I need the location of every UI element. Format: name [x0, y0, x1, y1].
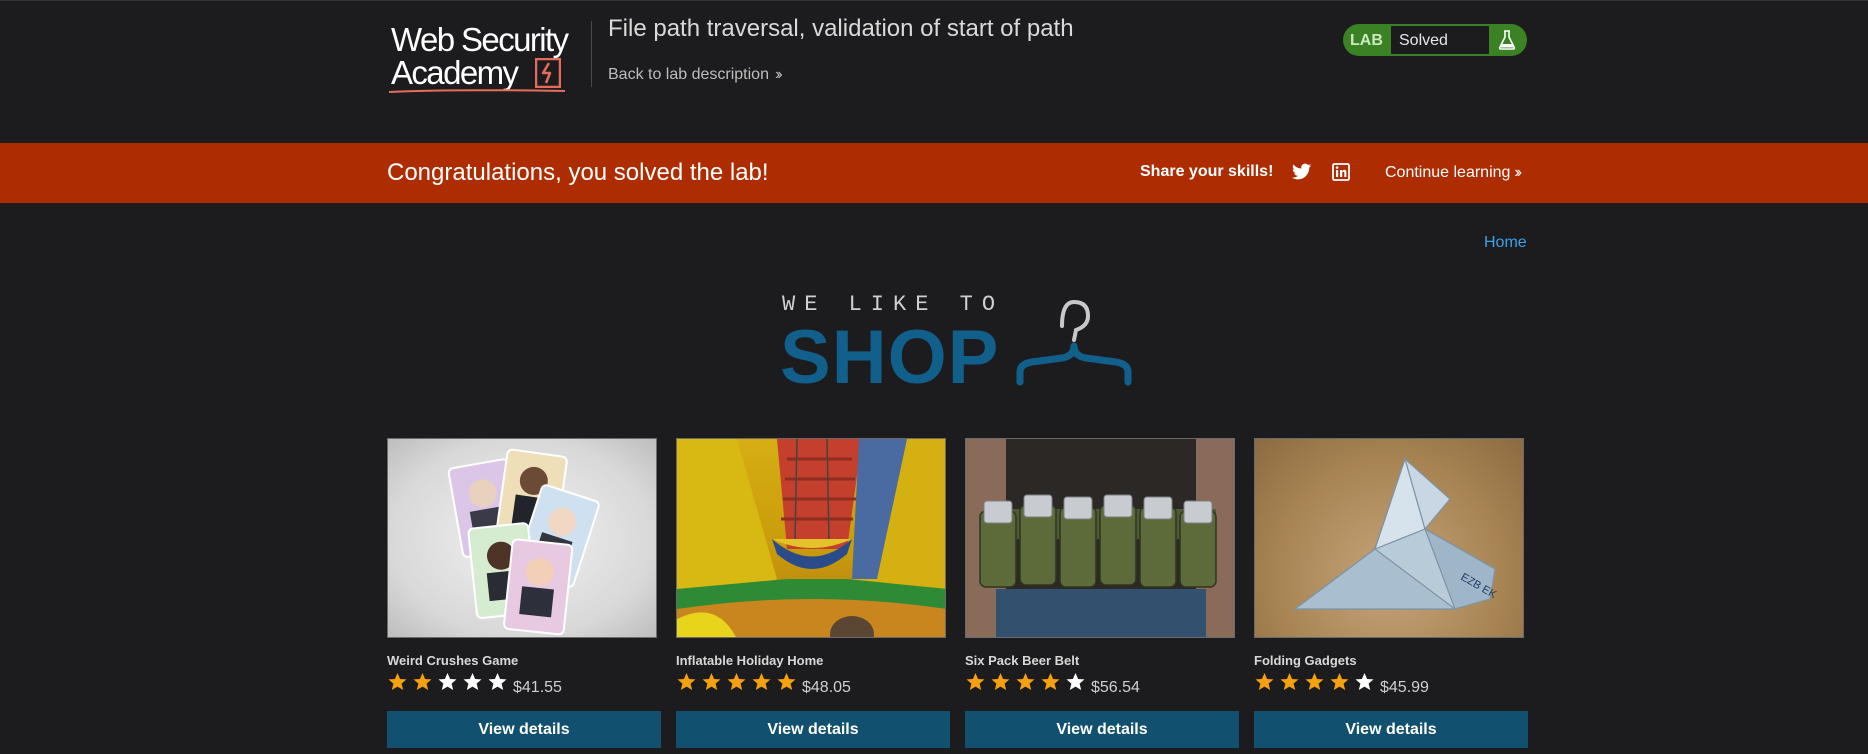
- continue-learning-label: Continue learning: [1385, 164, 1511, 181]
- rating-stars: [387, 672, 512, 692]
- share-label: Share your skills!: [1140, 163, 1274, 180]
- congratulations-message: Congratulations, you solved the lab!: [387, 159, 769, 186]
- product-image: EZB EK: [1254, 438, 1524, 638]
- star-filled-icon: [702, 673, 721, 690]
- twitter-icon[interactable]: [1292, 163, 1312, 181]
- lab-status: Solved: [1391, 26, 1489, 54]
- product-price: $48.05: [802, 679, 851, 696]
- logo-bolt-icon: [535, 58, 561, 88]
- star-filled-icon: [1280, 673, 1299, 690]
- home-link[interactable]: Home: [1484, 234, 1527, 252]
- star-filled-icon: [1255, 673, 1274, 690]
- cards-illustration: [447, 448, 600, 636]
- product-name[interactable]: Six Pack Beer Belt: [965, 653, 1079, 668]
- star-empty-icon: [488, 673, 507, 690]
- view-details-button[interactable]: View details: [1254, 711, 1528, 748]
- inflatable-illustration: [677, 439, 945, 637]
- star-filled-icon: [1016, 673, 1035, 690]
- continue-learning-link[interactable]: Continue learning ››: [1385, 164, 1522, 182]
- back-link-label: Back to lab description: [608, 66, 769, 83]
- product-image: [676, 438, 946, 638]
- view-details-button[interactable]: View details: [965, 711, 1239, 748]
- header: Web Security Academy File path traversal…: [0, 1, 1868, 143]
- star-empty-icon: [1355, 673, 1374, 690]
- product-name[interactable]: Weird Crushes Game: [387, 653, 518, 668]
- star-filled-icon: [752, 673, 771, 690]
- star-filled-icon: [677, 673, 696, 690]
- product-name[interactable]: Folding Gadgets: [1254, 653, 1357, 668]
- view-details-button[interactable]: View details: [676, 711, 950, 748]
- double-chevron-right-icon: ››: [774, 66, 782, 83]
- product-image: [387, 438, 657, 638]
- star-empty-icon: [463, 673, 482, 690]
- star-filled-icon: [1330, 673, 1349, 690]
- we-like-to-shop-logo: WE LIKE TO SHOP: [780, 292, 1140, 400]
- star-empty-icon: [438, 673, 457, 690]
- star-filled-icon: [1041, 673, 1060, 690]
- star-empty-icon: [1066, 673, 1085, 690]
- product-price: $56.54: [1091, 679, 1140, 696]
- product-price: $45.99: [1380, 679, 1429, 696]
- web-security-academy-logo[interactable]: Web Security Academy: [387, 21, 587, 95]
- product-price: $41.55: [513, 679, 562, 696]
- solved-banner: Congratulations, you solved the lab! Sha…: [0, 143, 1868, 203]
- view-details-button[interactable]: View details: [387, 711, 661, 748]
- header-divider: [591, 21, 592, 87]
- rating-stars: [1254, 672, 1379, 692]
- flask-icon: [1498, 30, 1516, 50]
- product-name[interactable]: Inflatable Holiday Home: [676, 653, 823, 668]
- beer-belt-illustration: [966, 439, 1234, 637]
- shop-logo-wordmark: SHOP: [780, 315, 1000, 400]
- folded-paper-illustration: EZB EK: [1292, 456, 1499, 610]
- linkedin-icon[interactable]: [1332, 163, 1350, 181]
- star-filled-icon: [1305, 673, 1324, 690]
- star-filled-icon: [388, 673, 407, 690]
- double-chevron-right-icon: ››: [1514, 164, 1521, 181]
- product-image: [965, 438, 1235, 638]
- lab-label: LAB: [1350, 32, 1383, 49]
- star-filled-icon: [991, 673, 1010, 690]
- logo-underline: [388, 89, 566, 93]
- hanger-icon: [1016, 299, 1132, 386]
- lab-status-badge: LAB Solved: [1343, 24, 1527, 56]
- back-to-lab-description-link[interactable]: Back to lab description ››: [608, 66, 782, 84]
- rating-stars: [965, 672, 1090, 692]
- star-filled-icon: [966, 673, 985, 690]
- star-filled-icon: [727, 673, 746, 690]
- rating-stars: [676, 672, 801, 692]
- star-filled-icon: [413, 673, 432, 690]
- star-filled-icon: [777, 673, 796, 690]
- lab-title: File path traversal, validation of start…: [608, 15, 1074, 42]
